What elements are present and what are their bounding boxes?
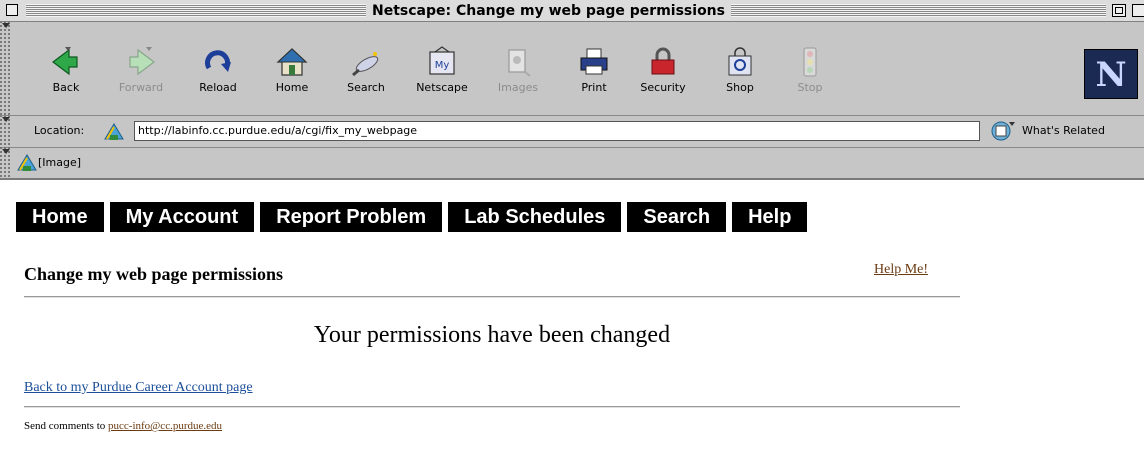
stop-light-icon (793, 46, 827, 78)
bookmark-icon[interactable] (16, 153, 38, 178)
nav-tab-my-account[interactable]: My Account (109, 202, 255, 232)
nav-tab-help[interactable]: Help (732, 202, 808, 232)
collapse-box-icon[interactable] (1132, 4, 1144, 17)
svg-text:My: My (435, 60, 450, 71)
forward-button[interactable]: Forward (112, 46, 170, 102)
footer: Send comments to pucc-info@cc.purdue.edu (24, 420, 222, 432)
zoom-box-icon[interactable] (1112, 4, 1126, 17)
url-input[interactable]: http://labinfo.cc.purdue.edu/a/cgi/fix_m… (134, 121, 980, 141)
window-title: Netscape: Change my web page permissions (366, 1, 731, 21)
personal-grip-handle[interactable] (0, 148, 12, 178)
search-icon (349, 46, 383, 78)
back-arrow-icon (49, 46, 83, 78)
page-content: Home My Account Report Problem Lab Sched… (0, 180, 1144, 460)
footer-text: Send comments to (24, 420, 109, 432)
confirmation-message: Your permissions have been changed (313, 322, 671, 348)
window-title-bar[interactable]: Netscape: Change my web page permissions (0, 0, 1144, 22)
close-box-icon[interactable] (6, 4, 18, 16)
nav-tab-search[interactable]: Search (627, 202, 727, 232)
images-icon (501, 46, 535, 78)
footer-email-link[interactable]: pucc-info@cc.purdue.edu (108, 420, 222, 432)
back-button[interactable]: Back (44, 46, 88, 102)
printer-icon (577, 46, 611, 78)
nav-tab-lab-schedules[interactable]: Lab Schedules (448, 202, 622, 232)
security-button[interactable]: Security (636, 46, 690, 102)
nav-tab-home[interactable]: Home (16, 202, 104, 232)
personal-toolbar: [Image] (0, 148, 1144, 180)
search-button[interactable]: Search (340, 46, 392, 102)
reload-button[interactable]: Reload (194, 46, 242, 102)
location-toolbar: Location: http://labinfo.cc.purdue.edu/a… (0, 116, 1144, 148)
home-button[interactable]: Home (272, 46, 312, 102)
print-button[interactable]: Print (574, 46, 614, 102)
forward-arrow-icon (124, 46, 158, 78)
back-to-account-link[interactable]: Back to my Purdue Career Account page (24, 380, 253, 396)
lock-icon (646, 46, 680, 78)
divider (24, 406, 960, 408)
page-title: Change my web page permissions (24, 264, 284, 284)
shop-button[interactable]: Shop (720, 46, 760, 102)
location-label: Location: (34, 124, 85, 137)
netscape-my-icon: My (425, 46, 459, 78)
home-icon (275, 46, 309, 78)
divider (24, 296, 960, 298)
navigation-toolbar: Back Forward Reload Home Search My Netsc… (0, 22, 1144, 116)
location-grip-handle[interactable] (0, 116, 12, 148)
reload-icon (201, 46, 235, 78)
whats-related-button[interactable]: What's Related (1022, 124, 1105, 137)
nav-tab-report-problem[interactable]: Report Problem (260, 202, 443, 232)
site-nav-bar: Home My Account Report Problem Lab Sched… (16, 202, 813, 232)
shopping-bag-icon (723, 46, 757, 78)
help-me-link[interactable]: Help Me! (874, 262, 928, 278)
personal-toolbar-item[interactable]: [Image] (38, 156, 81, 169)
netscape-logo[interactable]: N (1084, 49, 1138, 99)
images-button[interactable]: Images (494, 46, 542, 102)
stop-button[interactable]: Stop (790, 46, 830, 102)
toolbar-grip-handle[interactable] (0, 22, 12, 116)
whats-related-icon[interactable] (990, 120, 1016, 142)
netscape-button[interactable]: My Netscape (412, 46, 472, 102)
page-proxy-icon[interactable] (102, 121, 126, 148)
